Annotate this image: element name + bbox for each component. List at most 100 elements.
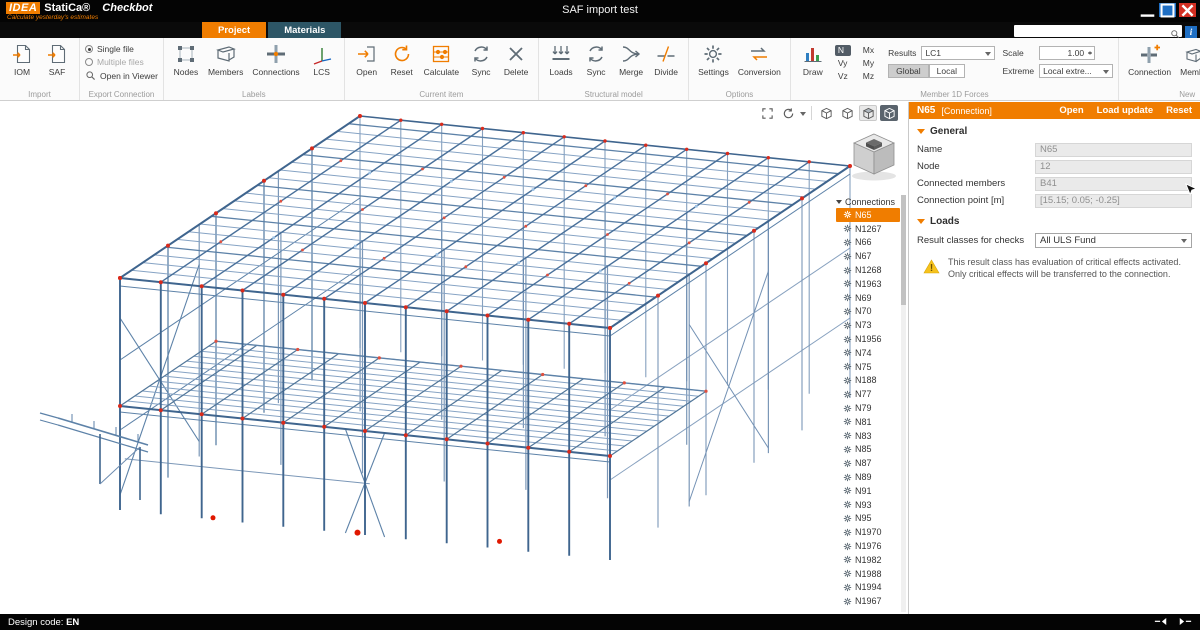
connection-item[interactable]: N1988 (836, 567, 900, 581)
force-n-toggle[interactable]: N (835, 45, 851, 56)
fullscreen-icon[interactable] (758, 105, 776, 121)
search-input[interactable] (1016, 26, 1170, 36)
labels-lcs-button[interactable]: LCS (305, 41, 339, 79)
view-shaded-icon[interactable] (880, 105, 898, 121)
name-field[interactable]: N65 (1035, 143, 1192, 157)
connection-item[interactable]: N1268 (836, 263, 900, 277)
minimize-icon[interactable] (1139, 3, 1156, 17)
settings-button[interactable]: Settings (694, 41, 733, 79)
global-toggle[interactable]: Global (888, 64, 929, 78)
scale-value: 1.00 (1068, 48, 1085, 58)
connection-item[interactable]: N67 (836, 249, 900, 263)
spin-down-icon[interactable] (1088, 52, 1092, 57)
labels-connections-button[interactable]: Connections (248, 41, 303, 79)
scrollbar-thumb[interactable] (901, 195, 906, 305)
close-icon[interactable] (1179, 3, 1196, 17)
new-connection-button[interactable]: Connection (1124, 41, 1175, 79)
scale-stepper[interactable]: 1.00 (1039, 46, 1095, 60)
result-classes-combo[interactable]: All ULS Fund (1035, 233, 1192, 248)
force-vy-toggle[interactable]: Vy (835, 58, 851, 69)
info-icon[interactable]: i (1185, 25, 1197, 37)
connection-item[interactable]: N75 (836, 360, 900, 374)
rotate-view-icon[interactable] (779, 105, 797, 121)
tab-project[interactable]: Project (202, 22, 266, 38)
connection-item[interactable]: N1963 (836, 277, 900, 291)
connection-item[interactable]: N1967 (836, 594, 900, 608)
connection-item[interactable]: N70 (836, 305, 900, 319)
connection-item[interactable]: N65 (836, 208, 900, 222)
connection-item[interactable]: N69 (836, 291, 900, 305)
loads-button[interactable]: Loads (544, 41, 578, 79)
collapse-left-icon[interactable] (1154, 617, 1168, 626)
connection-item[interactable]: N89 (836, 470, 900, 484)
connection-item[interactable]: N85 (836, 443, 900, 457)
connection-item[interactable]: N93 (836, 498, 900, 512)
detail-reset-button[interactable]: Reset (1166, 105, 1192, 116)
connections-scrollbar[interactable] (901, 195, 906, 612)
connection-item[interactable]: N83 (836, 429, 900, 443)
connections-tree-root[interactable]: Connections (836, 195, 900, 208)
sync-model-button[interactable]: Sync (579, 41, 613, 79)
results-combo[interactable]: LC1 (921, 46, 995, 60)
calculate-button[interactable]: Calculate (420, 41, 463, 79)
new-member-button[interactable]: Member (1176, 41, 1200, 79)
connection-item[interactable]: N66 (836, 236, 900, 250)
open-in-viewer-button[interactable]: Open in Viewer (85, 70, 158, 81)
loads-section-header[interactable]: Loads (909, 209, 1200, 231)
sync-item-button[interactable]: Sync (464, 41, 498, 79)
iom-import-button[interactable]: IOM (5, 41, 39, 79)
local-toggle[interactable]: Local (929, 64, 965, 78)
section-collapse-icon[interactable] (917, 219, 925, 228)
view-transparent-icon[interactable] (838, 105, 856, 121)
saf-import-button[interactable]: SAF (40, 41, 74, 79)
connection-item[interactable]: N188 (836, 374, 900, 388)
force-mz-toggle[interactable]: Mz (860, 71, 877, 82)
connection-item[interactable]: N79 (836, 401, 900, 415)
view-solid-icon[interactable] (859, 105, 877, 121)
navigation-cube[interactable] (845, 126, 903, 184)
labels-nodes-button[interactable]: Nodes (169, 41, 203, 79)
reset-item-button[interactable]: Reset (385, 41, 419, 79)
connection-item[interactable]: N1994 (836, 581, 900, 595)
detail-load-update-button[interactable]: Load update (1097, 105, 1153, 116)
connection-item[interactable]: N81 (836, 415, 900, 429)
connection-point-field[interactable]: [15.15; 0.05; -0.25] (1035, 194, 1192, 208)
node-field[interactable]: 12 (1035, 160, 1192, 174)
export-multiple-files-radio[interactable]: Multiple files (85, 57, 158, 67)
merge-button[interactable]: Merge (614, 41, 648, 79)
delete-item-button[interactable]: Delete (499, 41, 533, 79)
draw-forces-button[interactable]: Draw (796, 41, 830, 79)
connection-item[interactable]: N1982 (836, 553, 900, 567)
open-item-button[interactable]: Open (350, 41, 384, 79)
search-icon[interactable] (1170, 26, 1180, 36)
chevron-down-icon[interactable] (800, 112, 806, 119)
export-single-file-radio[interactable]: Single file (85, 44, 158, 54)
labels-members-button[interactable]: Members (204, 41, 247, 79)
connection-item[interactable]: N91 (836, 484, 900, 498)
connection-item[interactable]: N1976 (836, 539, 900, 553)
connection-item[interactable]: N95 (836, 512, 900, 526)
divide-button[interactable]: Divide (649, 41, 683, 79)
tab-materials[interactable]: Materials (268, 22, 341, 38)
tree-collapse-icon[interactable] (836, 200, 842, 207)
general-section-header[interactable]: General (909, 119, 1200, 141)
connected-members-field[interactable]: B41 (1035, 177, 1192, 191)
conversion-button[interactable]: Conversion (734, 41, 785, 79)
connection-item[interactable]: N73 (836, 318, 900, 332)
connection-item[interactable]: N87 (836, 456, 900, 470)
connection-item[interactable]: N74 (836, 346, 900, 360)
view-wireframe-icon[interactable] (817, 105, 835, 121)
connection-item[interactable]: N77 (836, 387, 900, 401)
connection-item[interactable]: N1970 (836, 525, 900, 539)
force-my-toggle[interactable]: My (860, 58, 877, 69)
connection-item[interactable]: N1267 (836, 222, 900, 236)
extreme-combo[interactable]: Local extre... (1039, 64, 1113, 78)
connection-item[interactable]: N1956 (836, 332, 900, 346)
force-vz-toggle[interactable]: Vz (835, 71, 851, 82)
section-collapse-icon[interactable] (917, 129, 925, 138)
force-mx-toggle[interactable]: Mx (860, 45, 877, 56)
collapse-right-icon[interactable] (1178, 617, 1192, 626)
maximize-icon[interactable] (1159, 3, 1176, 17)
detail-open-button[interactable]: Open (1059, 105, 1083, 116)
model-viewport-3d[interactable]: Connections N65N1267N66N67N1268N1963N69N… (0, 102, 908, 614)
